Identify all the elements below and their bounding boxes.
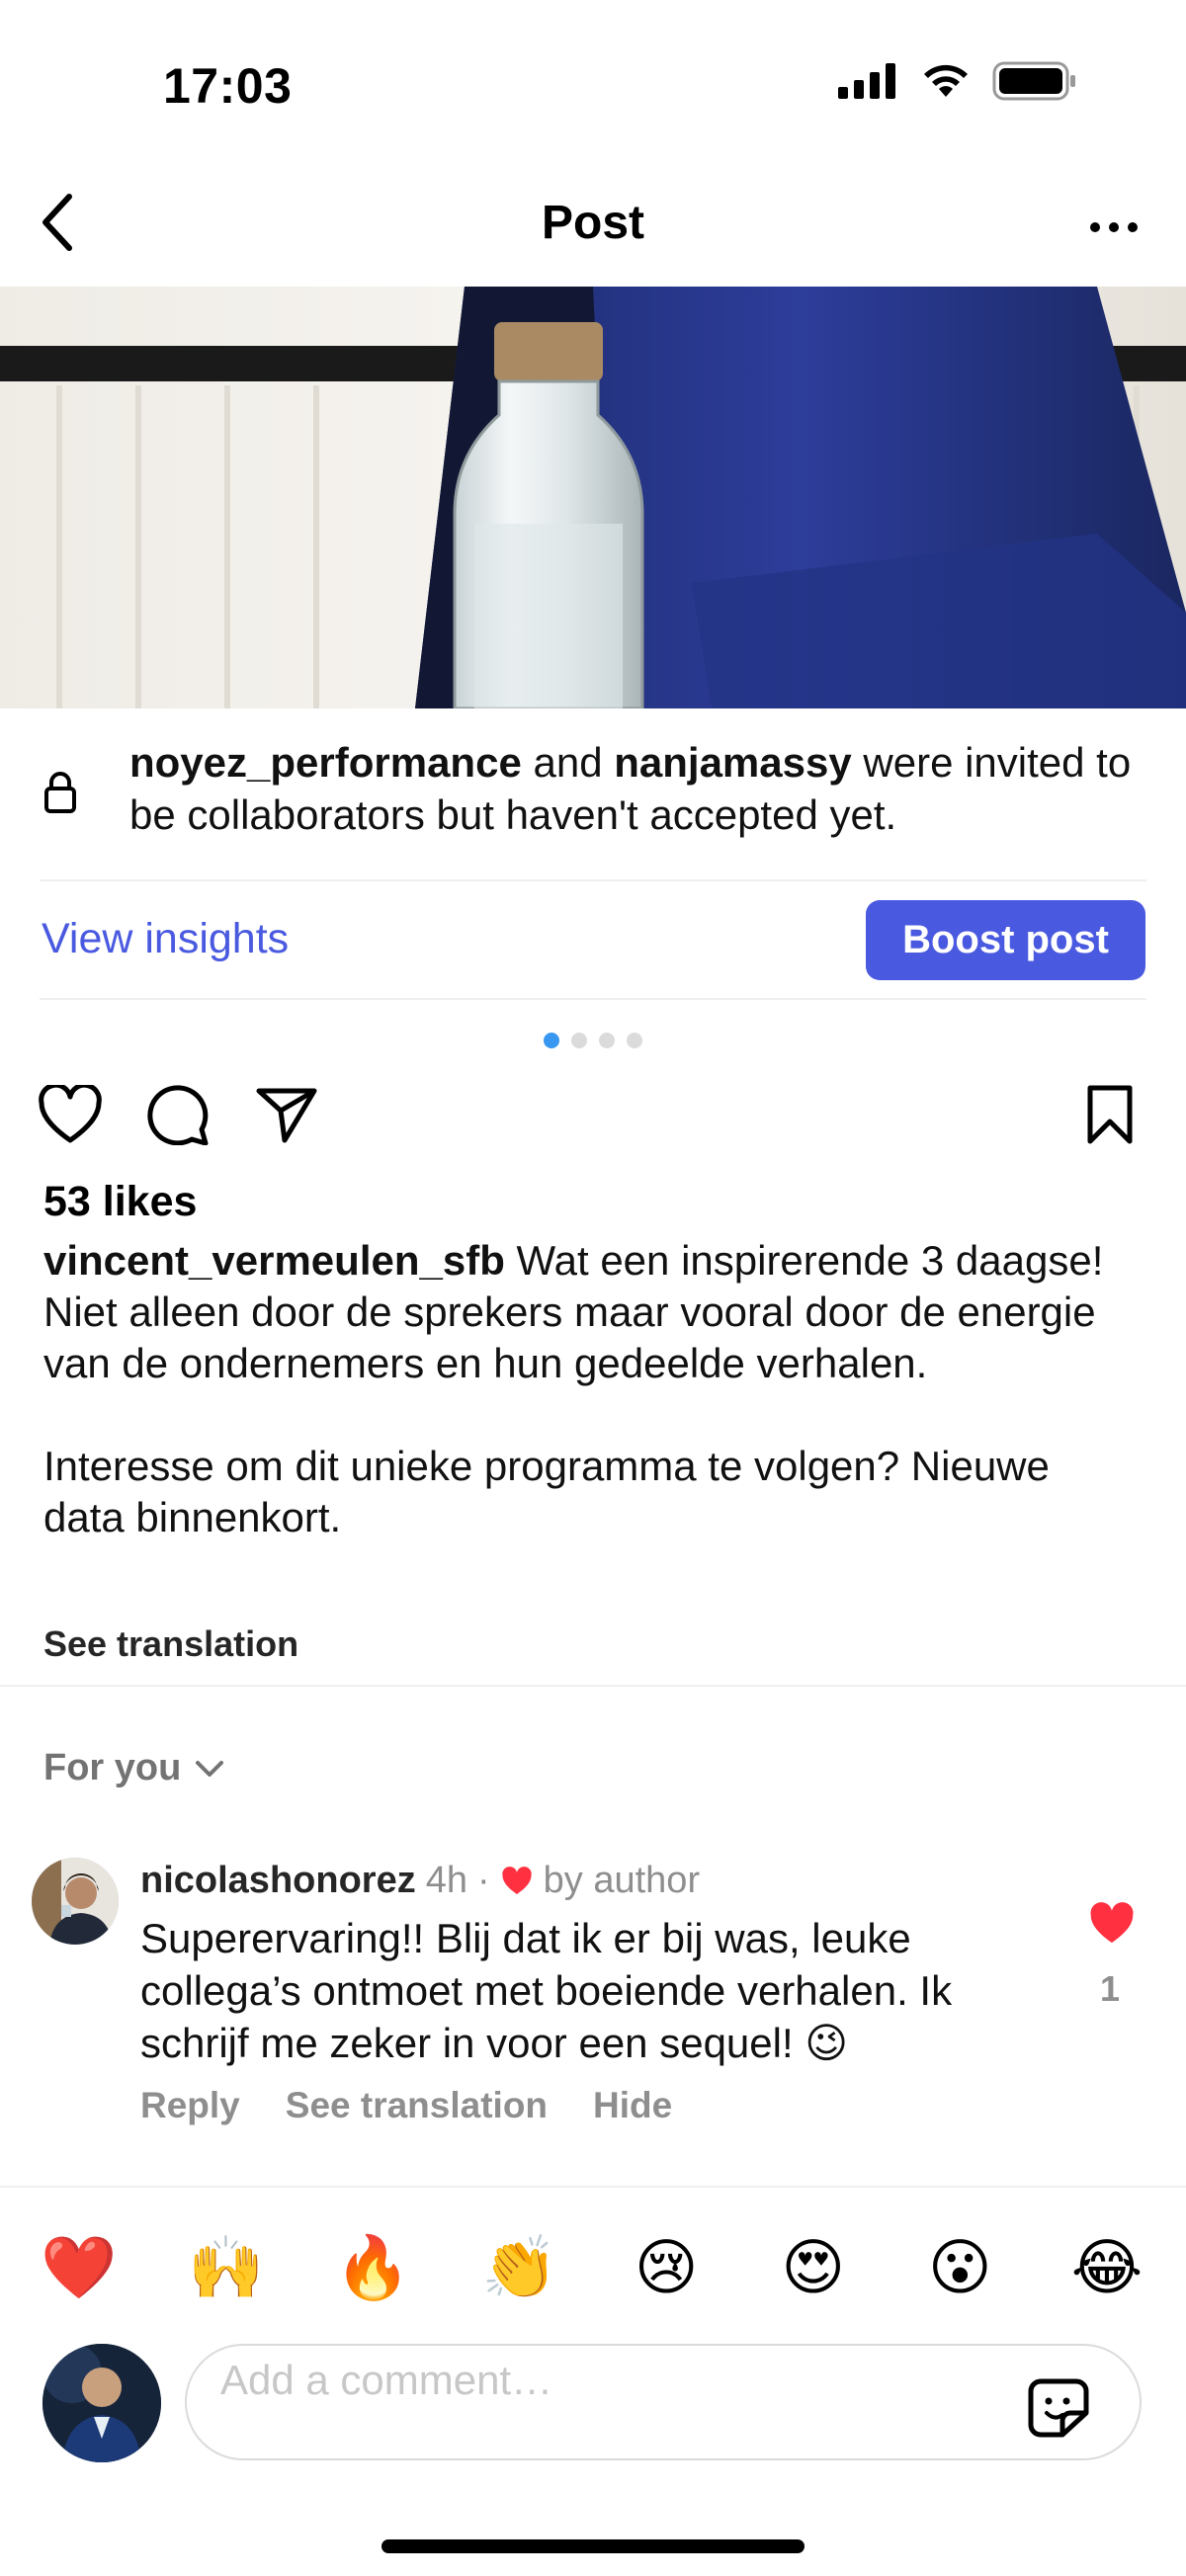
liked-by-author-label: by author	[543, 1860, 701, 1901]
share-button[interactable]	[252, 1082, 321, 1147]
comment-header: nicolashonorez 4h · by author	[140, 1860, 700, 1902]
caption-username[interactable]: vincent_vermeulen_sfb	[43, 1237, 505, 1284]
likes-count[interactable]: 53 likes	[43, 1178, 197, 1226]
reply-button[interactable]: Reply	[140, 2085, 240, 2126]
more-options-button[interactable]	[1079, 203, 1148, 252]
sticker-icon[interactable]	[1027, 2377, 1090, 2439]
comment-input[interactable]	[220, 2346, 991, 2415]
emoji-raising-hands[interactable]: 🙌	[187, 2228, 266, 2307]
status-icons	[838, 61, 1077, 101]
comment-time: 4h	[425, 1860, 467, 1901]
comment-actions: Reply See translation Hide	[140, 2085, 672, 2126]
comment-text: Superervaring!! Blij dat ik er bij was, …	[140, 1915, 953, 2066]
comment-button[interactable]	[143, 1082, 212, 1147]
status-time: 17:03	[163, 58, 293, 114]
emoji-clapping[interactable]: 👏	[480, 2228, 559, 2307]
emoji-heart[interactable]: ❤️	[40, 2228, 119, 2307]
emoji-laughing[interactable]: 😂	[1067, 2228, 1146, 2307]
carousel-dot	[571, 1033, 587, 1048]
boost-post-button[interactable]: Boost post	[866, 900, 1145, 980]
heart-icon	[502, 1866, 532, 1894]
chevron-down-icon	[196, 1760, 224, 1777]
emoji-quick-reactions: ❤️ 🙌 🔥 👏 😢 😍 😮 😂	[40, 2228, 1146, 2307]
post-caption: vincent_vermeulen_sfb Wat een inspireren…	[43, 1235, 1141, 1543]
divider	[0, 2186, 1186, 2188]
comment-filter-dropdown[interactable]: For you	[43, 1747, 224, 1789]
see-translation-link[interactable]: See translation	[43, 1623, 298, 1665]
cellular-signal-icon	[838, 63, 895, 99]
emoji-surprised[interactable]: 😮	[920, 2228, 999, 2307]
post-image[interactable]	[0, 287, 1186, 708]
save-button[interactable]	[1075, 1082, 1144, 1147]
divider	[40, 998, 1146, 1000]
share-icon	[256, 1088, 317, 1143]
page-title: Post	[541, 197, 644, 249]
view-insights-link[interactable]: View insights	[42, 915, 289, 963]
home-indicator	[381, 2539, 805, 2553]
emoji-crying[interactable]: 😢	[627, 2228, 706, 2307]
lock-icon	[44, 772, 76, 813]
comment-username[interactable]: nicolashonorez	[140, 1860, 416, 1902]
divider	[40, 879, 1146, 881]
heart-icon	[39, 1085, 102, 1143]
battery-icon	[992, 61, 1075, 101]
post-photo	[0, 287, 1186, 708]
like-button[interactable]	[36, 1082, 105, 1147]
collaborator-notice: noyez_performance and nanjamassy were in…	[129, 736, 1157, 841]
filter-label: For you	[43, 1747, 182, 1788]
caption-text-2: Interesse om dit unieke programma te vol…	[43, 1443, 1050, 1540]
carousel-dot	[544, 1033, 559, 1048]
commenter-avatar	[32, 1858, 119, 1945]
bookmark-icon	[1087, 1085, 1133, 1144]
carousel-indicator	[544, 1033, 642, 1048]
comment-composer	[185, 2344, 1142, 2460]
comment-separator: ·	[477, 1860, 490, 1901]
comment-see-translation[interactable]: See translation	[286, 2085, 548, 2126]
comment-like-count: 1	[1100, 1968, 1121, 2009]
collaborator-link-2[interactable]: nanjamassy	[614, 739, 851, 786]
avatar	[42, 2344, 161, 2462]
divider	[0, 1685, 1186, 1687]
emoji-fire[interactable]: 🔥	[333, 2228, 412, 2307]
collaborator-link-1[interactable]: noyez_performance	[129, 739, 522, 786]
emoji-heart-eyes[interactable]: 😍	[774, 2228, 853, 2307]
carousel-dot	[627, 1033, 642, 1048]
more-icon	[1090, 222, 1138, 232]
comment-icon	[147, 1085, 209, 1145]
collab-joiner: and	[533, 739, 603, 786]
comment-like-button[interactable]	[1087, 1902, 1137, 1946]
avatar[interactable]	[32, 1858, 119, 1945]
carousel-dot	[599, 1033, 615, 1048]
hide-button[interactable]: Hide	[593, 2085, 672, 2126]
wifi-icon	[924, 64, 968, 97]
my-avatar	[42, 2344, 161, 2462]
